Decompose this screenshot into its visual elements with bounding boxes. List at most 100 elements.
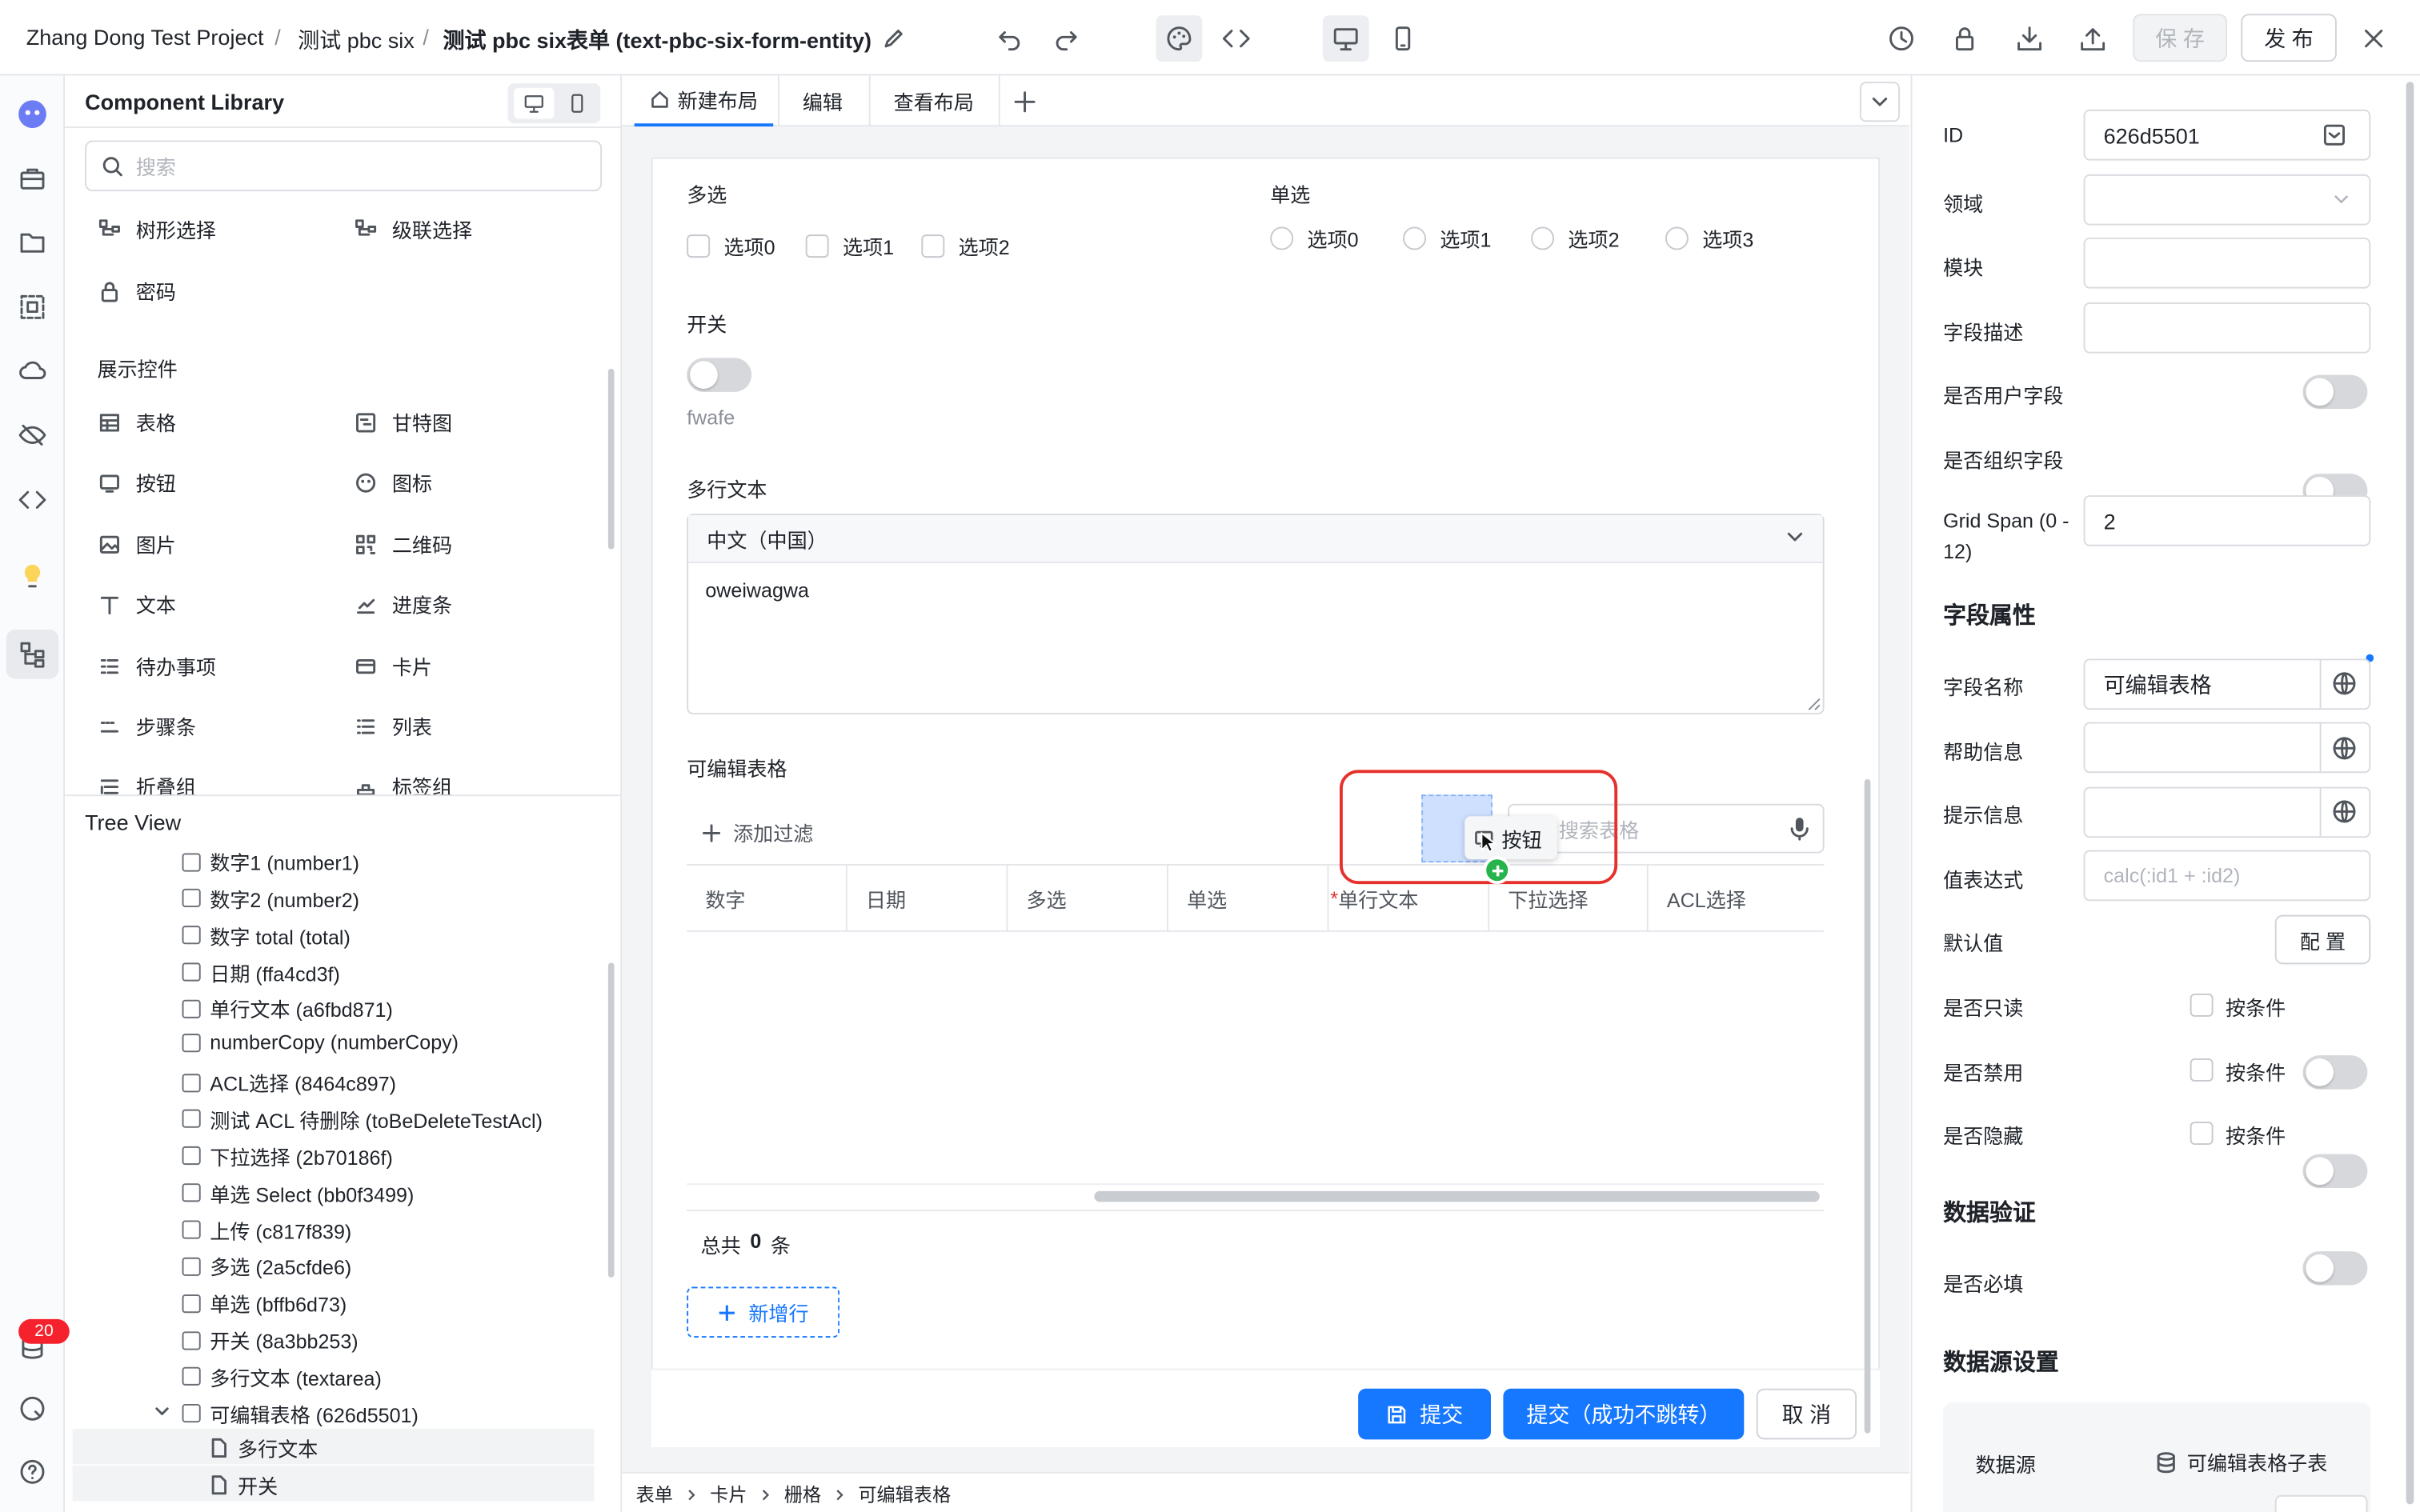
save-button[interactable]: 保 存 — [2133, 14, 2227, 62]
tree-item[interactable]: 可编辑表格 (626d5501) — [182, 1399, 419, 1429]
close-icon[interactable] — [2354, 18, 2394, 58]
tree-item[interactable]: 单选 (bffb6d73) — [182, 1289, 347, 1318]
add-row-button[interactable]: 新增行 — [687, 1286, 840, 1338]
checkbox-option-2[interactable]: 选项2 — [921, 231, 1010, 261]
help-icon[interactable] — [15, 1455, 49, 1489]
domain-select[interactable] — [2083, 174, 2371, 226]
edit-title-icon[interactable] — [874, 18, 914, 58]
globe-icon[interactable] — [2332, 671, 2357, 696]
component-search[interactable]: 搜索 — [85, 140, 603, 192]
radio-option-0[interactable]: 选项0 — [1270, 224, 1359, 254]
library-item-steps[interactable]: 步骤条 — [98, 711, 196, 741]
copy-icon[interactable] — [2322, 123, 2346, 146]
tree-item[interactable]: 日期 (ffa4cd3f) — [182, 958, 340, 987]
tab-new-layout[interactable]: 新建布局 — [634, 75, 774, 127]
breadcrumb-app[interactable]: 测试 pbc six — [298, 25, 415, 56]
radio[interactable] — [1270, 226, 1294, 250]
upload-icon[interactable] — [2073, 18, 2113, 58]
config-button[interactable]: 配 置 — [2274, 914, 2371, 965]
radio[interactable] — [1531, 226, 1555, 250]
readonly-toggle[interactable] — [2302, 1055, 2368, 1090]
column-header[interactable]: 多选 — [1008, 864, 1168, 932]
cancel-button[interactable]: 取 消 — [1756, 1388, 1857, 1440]
undo-icon[interactable] — [989, 18, 1029, 58]
canvas-scrollbar[interactable] — [1864, 778, 1871, 1434]
library-item-list[interactable]: 列表 — [355, 711, 432, 741]
tabs-dropdown-button[interactable] — [1859, 82, 1901, 122]
chevron-down-icon[interactable] — [1785, 528, 1804, 546]
grid-span-input[interactable]: 2 — [2083, 495, 2371, 546]
help-info-input[interactable] — [2083, 722, 2371, 774]
horizontal-scrollbar[interactable] — [1094, 1190, 1820, 1202]
download-icon[interactable] — [2009, 18, 2049, 58]
library-scrollbar[interactable] — [607, 368, 615, 550]
checkbox-option-0[interactable]: 选项0 — [687, 231, 775, 261]
library-item-password[interactable]: 密码 — [98, 276, 176, 306]
library-item-cascader[interactable]: 级联选择 — [355, 214, 472, 244]
tree-structure-icon[interactable] — [15, 637, 49, 670]
disabled-condition-checkbox[interactable] — [2190, 1058, 2214, 1082]
tree-item[interactable]: 单选 Select (bb0f3499) — [182, 1178, 414, 1208]
globe-icon[interactable] — [2332, 736, 2357, 761]
redo-icon[interactable] — [1047, 18, 1087, 58]
library-item-card[interactable]: 卡片 — [355, 651, 432, 681]
tree-item[interactable]: numberCopy (numberCopy) — [182, 1031, 459, 1054]
column-header[interactable]: 单选 — [1168, 864, 1329, 932]
tree-item[interactable]: 数字 total (total) — [182, 921, 351, 950]
radio[interactable] — [1403, 226, 1426, 250]
add-filter-button[interactable]: 添加过滤 — [702, 818, 813, 847]
column-header[interactable]: 日期 — [847, 864, 1008, 932]
hidden-toggle[interactable] — [2302, 1251, 2368, 1286]
tree-scrollbar[interactable] — [607, 962, 615, 1278]
breadcrumb-item[interactable]: 栅格 — [784, 1481, 821, 1507]
mobile-icon[interactable] — [557, 88, 597, 119]
submit-button[interactable]: 提交 — [1358, 1388, 1491, 1440]
tree-item[interactable]: 上传 (c817f839) — [182, 1215, 351, 1245]
textarea-input[interactable]: oweiwagwa — [705, 578, 809, 602]
lock-icon[interactable] — [1945, 18, 1985, 58]
chevron-down-icon[interactable] — [2332, 190, 2350, 208]
switch-toggle[interactable] — [687, 358, 752, 392]
tree-child-item[interactable]: 开关 — [210, 1470, 278, 1499]
hide-eye-icon[interactable] — [15, 418, 49, 452]
checkbox[interactable] — [805, 234, 829, 258]
history-icon[interactable] — [1881, 18, 1921, 58]
add-tab-icon[interactable] — [1014, 75, 1036, 126]
checkbox[interactable] — [921, 234, 945, 258]
mobile-view-icon[interactable] — [1383, 18, 1423, 58]
breadcrumb-item[interactable]: 表单 — [636, 1481, 673, 1507]
ai-assistant-icon[interactable] — [15, 97, 49, 130]
tree-item[interactable]: 单行文本 (a6fbd871) — [182, 994, 393, 1024]
library-item-progress[interactable]: 进度条 — [355, 590, 452, 619]
desktop-view-icon[interactable] — [1322, 15, 1369, 62]
radio-option-1[interactable]: 选项1 — [1403, 224, 1491, 254]
library-item-table[interactable]: 表格 — [98, 407, 176, 437]
tree-child-item[interactable]: 多行文本 — [210, 1434, 318, 1463]
selection-icon[interactable] — [15, 290, 49, 324]
theme-palette-icon[interactable] — [1156, 15, 1203, 62]
library-item-todo[interactable]: 待办事项 — [98, 651, 216, 681]
checkbox[interactable] — [687, 234, 711, 258]
chevron-down-icon[interactable] — [154, 1404, 170, 1419]
library-item-qrcode[interactable]: 二维码 — [355, 530, 452, 559]
breadcrumb-project[interactable]: Zhang Dong Test Project — [26, 25, 264, 50]
tab-view-layout[interactable]: 查看布局 — [894, 75, 974, 126]
language-select[interactable]: 中文（中国） — [688, 515, 1823, 563]
tree-item[interactable]: 多选 (2a5cfde6) — [182, 1252, 351, 1282]
breadcrumb-item[interactable]: 可编辑表格 — [858, 1481, 951, 1507]
radio-option-2[interactable]: 选项2 — [1531, 224, 1620, 254]
disabled-toggle[interactable] — [2302, 1154, 2368, 1188]
globe-icon[interactable] — [2332, 799, 2357, 824]
tree-item[interactable]: 数字2 (number2) — [182, 884, 359, 914]
radio[interactable] — [1665, 226, 1689, 250]
expression-input[interactable]: calc(:id1 + :id2) — [2083, 850, 2371, 902]
lightbulb-icon[interactable] — [15, 558, 49, 592]
checkbox-option-1[interactable]: 选项1 — [805, 231, 894, 261]
submit-stay-button[interactable]: 提交（成功不跳转） — [1503, 1388, 1745, 1440]
library-item-collapse[interactable]: 折叠组 — [98, 771, 196, 801]
field-desc-input[interactable] — [2083, 302, 2371, 354]
library-item-button[interactable]: 按钮 — [98, 467, 176, 497]
tab-edit[interactable]: 编辑 — [803, 75, 843, 126]
search-zoom-icon[interactable] — [15, 1392, 49, 1426]
library-item-icon[interactable]: 图标 — [355, 467, 432, 497]
